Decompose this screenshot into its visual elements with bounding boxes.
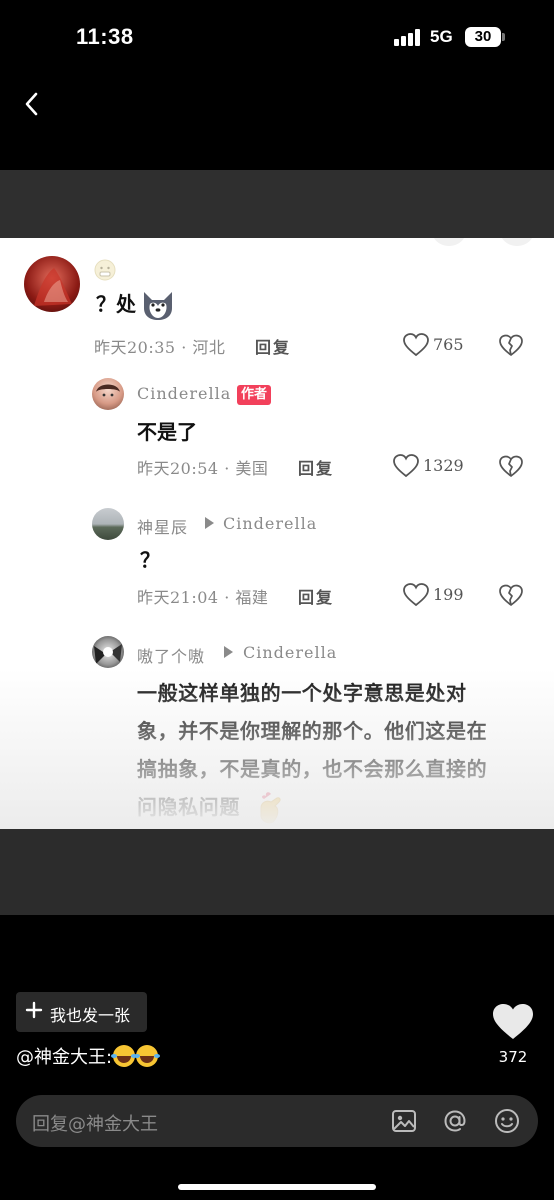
comment-line: 象，并不是你理解的那个。他们这是在 — [137, 719, 488, 743]
home-indicator — [178, 1184, 376, 1190]
comment-line: 一般这样单独的一个处字意思是处对 — [137, 681, 467, 705]
status-bar: 11:38 5G 30 — [0, 0, 554, 72]
rofl-emoji-icon — [111, 1045, 136, 1067]
avatar-art — [34, 268, 72, 306]
reply-input[interactable]: 回复@神金大王 — [16, 1095, 538, 1147]
husky-emoji-icon — [144, 292, 172, 320]
heart-outline-icon[interactable] — [393, 454, 419, 478]
at-icon[interactable] — [441, 1107, 469, 1135]
comment-text: ？处 — [96, 292, 136, 316]
avatar[interactable] — [92, 508, 124, 540]
dislike-icon[interactable] — [499, 455, 523, 479]
heart-outline-icon[interactable] — [403, 583, 429, 607]
like-count: 765 — [433, 335, 464, 354]
comment-text: ？ — [140, 548, 160, 572]
finger-heart-emoji-icon — [260, 792, 281, 824]
emoji-icon[interactable] — [493, 1107, 521, 1135]
username[interactable]: 嗷了个嗷 — [137, 643, 205, 667]
battery-tip — [502, 33, 505, 41]
reply-placeholder: 回复@神金大王 — [32, 1114, 158, 1135]
comment-meta: 昨天21:04 · 福建 — [137, 588, 269, 607]
avatar-art — [96, 384, 120, 397]
username[interactable]: Cinderella — [137, 384, 231, 403]
network-type: 5G — [430, 27, 453, 46]
avatar[interactable] — [92, 378, 124, 410]
signal-icon — [394, 29, 422, 46]
chevron-left-icon — [25, 92, 38, 116]
top-circle — [500, 238, 534, 246]
status-time: 11:38 — [76, 24, 134, 49]
comment-line: 问隐私问题 — [137, 795, 240, 819]
grimace-face-icon — [94, 259, 116, 281]
battery-icon: 30 — [465, 27, 501, 47]
back-button[interactable] — [14, 84, 54, 124]
reply-arrow-icon — [205, 517, 214, 529]
image-top-band — [0, 170, 554, 238]
caption-mention[interactable]: @神金大王: — [16, 1047, 112, 1068]
username[interactable]: 神星辰 — [137, 514, 188, 538]
reply-arrow-icon — [224, 646, 233, 658]
like-count: 1329 — [423, 456, 464, 475]
comment-text: 不是了 — [137, 420, 197, 444]
avatar[interactable] — [24, 256, 80, 312]
reply-button[interactable]: 回复 — [298, 455, 334, 479]
plus-icon — [25, 1001, 43, 1019]
comment-body: 一般这样单独的一个处字意思是处对 象，并不是你理解的那个。他们这是在 搞抽象，不… — [137, 674, 542, 826]
avatar-art — [94, 644, 122, 664]
rofl-emoji-icon — [134, 1045, 159, 1067]
like-total: 372 — [498, 1048, 528, 1066]
avatar[interactable] — [92, 636, 124, 668]
dislike-icon[interactable] — [499, 584, 523, 608]
reply-target[interactable]: Cinderella — [243, 643, 337, 662]
reply-button[interactable]: 回复 — [255, 334, 291, 358]
heart-outline-icon[interactable] — [403, 333, 429, 357]
author-badge: 作者 — [237, 385, 272, 405]
top-circle — [432, 238, 466, 246]
caption: @神金大王: — [16, 1043, 159, 1069]
comment-meta: 昨天20:35 · 河北 — [94, 338, 226, 357]
comment-meta: 昨天20:54 · 美国 — [137, 459, 269, 478]
image-icon[interactable] — [390, 1107, 418, 1135]
dislike-icon[interactable] — [499, 334, 523, 358]
post-photo-button[interactable]: 我也发一张 — [16, 992, 147, 1032]
comment-screenshot[interactable]: ？处 昨天20:35 · 河北 回复 765 Cinderella 作者 不是了… — [0, 238, 554, 829]
comment-line: 搞抽象，不是真的，也不会那么直接的 — [137, 757, 488, 781]
post-button-label: 我也发一张 — [50, 1006, 131, 1025]
like-count: 199 — [433, 585, 464, 604]
heart-filled-icon[interactable] — [492, 1003, 534, 1041]
reply-target[interactable]: Cinderella — [223, 514, 317, 533]
reply-button[interactable]: 回复 — [298, 584, 334, 608]
image-bottom-band — [0, 829, 554, 915]
